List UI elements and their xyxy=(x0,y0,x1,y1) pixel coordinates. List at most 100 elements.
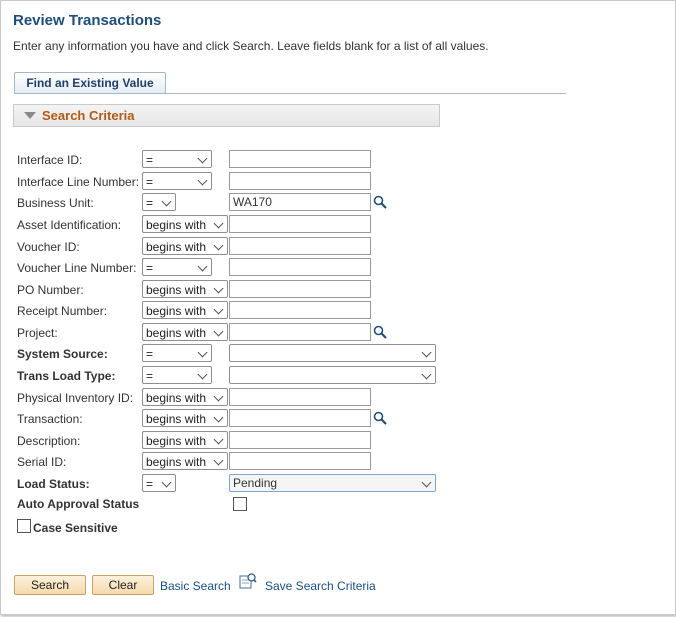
field-row-asset-identification: Asset Identification: begins with xyxy=(0,215,676,235)
triangle-down-icon[interactable] xyxy=(24,112,36,119)
auto-approval-status-label: Auto Approval Status xyxy=(17,497,140,511)
business-unit-magnifier-icon[interactable] xyxy=(373,195,387,209)
field-row-interface-id: Interface ID: = xyxy=(0,150,676,170)
receipt-number-operator-select[interactable]: begins with xyxy=(142,301,228,319)
project-operator-select[interactable]: begins with xyxy=(142,323,228,341)
business-unit-label: Business Unit: xyxy=(17,196,94,210)
trans-load-type-label: Trans Load Type: xyxy=(17,369,116,383)
interface-id-input[interactable] xyxy=(229,150,371,168)
system-source-value-select[interactable] xyxy=(229,344,436,362)
serial-id-operator-select[interactable]: begins with xyxy=(142,452,228,470)
case-sensitive-label: Case Sensitive xyxy=(33,521,118,535)
business-unit-input[interactable]: WA170 xyxy=(229,193,371,211)
chevron-down-icon xyxy=(213,391,224,402)
system-source-operator-select[interactable]: = xyxy=(142,344,212,362)
asset-identification-operator-select[interactable]: begins with xyxy=(142,215,228,233)
tab-find-existing-value[interactable]: Find an Existing Value xyxy=(14,72,166,94)
voucher-line-number-input[interactable] xyxy=(229,258,371,276)
search-criteria-title: Search Criteria xyxy=(42,108,135,123)
interface-id-label: Interface ID: xyxy=(17,153,83,167)
field-row-trans-load-type: Trans Load Type: = xyxy=(0,366,676,386)
serial-id-label: Serial ID: xyxy=(17,455,67,469)
receipt-number-label: Receipt Number: xyxy=(17,304,108,318)
search-criteria-header[interactable]: Search Criteria xyxy=(13,104,440,127)
instructions-text: Enter any information you have and click… xyxy=(13,39,489,53)
description-label: Description: xyxy=(17,434,81,448)
field-row-po-number: PO Number: begins with xyxy=(0,280,676,300)
physical-inventory-id-label: Physical Inventory ID: xyxy=(17,391,134,405)
operator-value: = xyxy=(146,477,154,491)
description-operator-select[interactable]: begins with xyxy=(142,431,228,449)
load-status-value-select[interactable]: Pending xyxy=(229,474,436,492)
operator-value: begins with xyxy=(146,326,207,340)
save-search-criteria-link[interactable]: Save Search Criteria xyxy=(265,579,376,593)
chevron-down-icon xyxy=(421,477,432,488)
operator-value: begins with xyxy=(146,455,207,469)
field-row-project: Project: begins with xyxy=(0,323,676,343)
voucher-id-label: Voucher ID: xyxy=(17,240,80,254)
chevron-down-icon xyxy=(213,218,224,229)
operator-value: begins with xyxy=(146,218,207,232)
operator-value: = xyxy=(146,369,154,383)
po-number-input[interactable] xyxy=(229,280,371,298)
basic-search-link[interactable]: Basic Search xyxy=(160,579,231,593)
trans-load-type-value-select[interactable] xyxy=(229,366,436,384)
voucher-id-operator-select[interactable]: begins with xyxy=(142,237,228,255)
operator-value: begins with xyxy=(146,283,207,297)
field-row-voucher-id: Voucher ID: begins with xyxy=(0,237,676,257)
asset-identification-input[interactable] xyxy=(229,215,371,233)
asset-identification-label: Asset Identification: xyxy=(17,218,122,232)
operator-value: = xyxy=(146,175,154,189)
tab-divider xyxy=(14,93,566,94)
physical-inventory-id-operator-select[interactable]: begins with xyxy=(142,388,228,406)
interface-line-number-label: Interface Line Number: xyxy=(17,175,140,189)
chevron-down-icon xyxy=(197,347,208,358)
clear-button[interactable]: Clear xyxy=(92,575,154,595)
case-sensitive-checkbox[interactable] xyxy=(17,519,31,533)
transaction-input[interactable] xyxy=(229,409,371,427)
chevron-down-icon xyxy=(213,412,224,423)
po-number-operator-select[interactable]: begins with xyxy=(142,280,228,298)
field-row-serial-id: Serial ID: begins with xyxy=(0,452,676,472)
operator-value: = xyxy=(146,196,154,210)
load-status-label: Load Status: xyxy=(17,477,90,491)
transaction-magnifier-icon[interactable] xyxy=(373,411,387,425)
receipt-number-input[interactable] xyxy=(229,301,371,319)
save-search-icon[interactable] xyxy=(239,572,257,590)
transaction-operator-select[interactable]: begins with xyxy=(142,409,228,427)
operator-value: begins with xyxy=(146,240,207,254)
operator-value: = xyxy=(146,347,154,361)
physical-inventory-id-input[interactable] xyxy=(229,388,371,406)
chevron-down-icon xyxy=(197,261,208,272)
field-row-business-unit: Business Unit: = WA170 xyxy=(0,193,676,213)
project-magnifier-icon[interactable] xyxy=(373,325,387,339)
operator-value: begins with xyxy=(146,434,207,448)
load-status-operator-select[interactable]: = xyxy=(142,474,176,492)
auto-approval-status-checkbox[interactable] xyxy=(233,497,247,511)
description-input[interactable] xyxy=(229,431,371,449)
transaction-label: Transaction: xyxy=(17,412,83,426)
field-row-voucher-line-number: Voucher Line Number: = xyxy=(0,258,676,278)
chevron-down-icon xyxy=(197,369,208,380)
field-row-description: Description: begins with xyxy=(0,431,676,451)
voucher-line-number-operator-select[interactable]: = xyxy=(142,258,212,276)
interface-line-number-operator-select[interactable]: = xyxy=(142,172,212,190)
voucher-id-input[interactable] xyxy=(229,237,371,255)
chevron-down-icon xyxy=(213,434,224,445)
chevron-down-icon xyxy=(213,283,224,294)
serial-id-input[interactable] xyxy=(229,452,371,470)
voucher-line-number-label: Voucher Line Number: xyxy=(17,261,137,275)
field-row-system-source: System Source: = xyxy=(0,344,676,364)
chevron-down-icon xyxy=(197,175,208,186)
chevron-down-icon xyxy=(197,153,208,164)
po-number-label: PO Number: xyxy=(17,283,84,297)
trans-load-type-operator-select[interactable]: = xyxy=(142,366,212,384)
interface-id-operator-select[interactable]: = xyxy=(142,150,212,168)
field-row-receipt-number: Receipt Number: begins with xyxy=(0,301,676,321)
business-unit-operator-select[interactable]: = xyxy=(142,193,176,211)
field-row-transaction: Transaction: begins with xyxy=(0,409,676,429)
search-button[interactable]: Search xyxy=(14,575,86,595)
project-input[interactable] xyxy=(229,323,371,341)
interface-line-number-input[interactable] xyxy=(229,172,371,190)
field-row-interface-line-number: Interface Line Number: = xyxy=(0,172,676,192)
